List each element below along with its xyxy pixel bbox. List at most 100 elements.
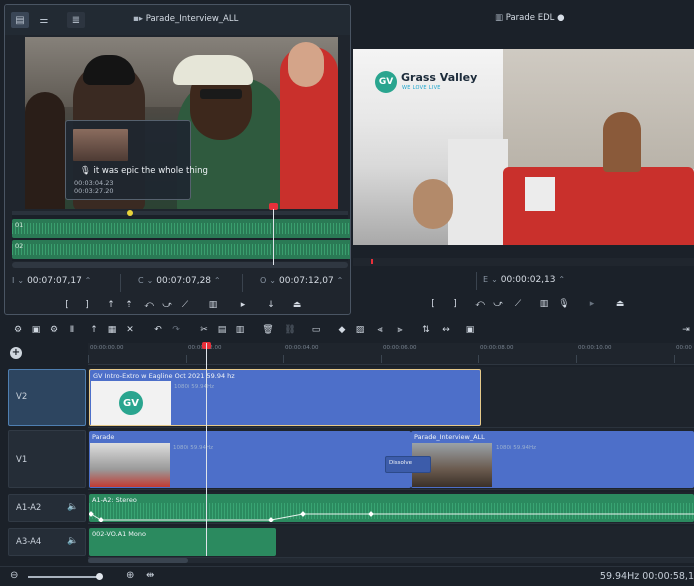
program-ruler[interactable] (353, 258, 694, 266)
list-icon[interactable]: ≣ (67, 12, 85, 28)
clip-gv-intro[interactable]: GV Intro-Extro w Eagline Oct 2021 59.94 … (89, 369, 481, 426)
snap-icon[interactable]: ⇅ (418, 322, 434, 338)
sequence-icon: ▥ (495, 13, 506, 23)
sliders-icon[interactable]: ⚌ (35, 12, 53, 28)
redo-icon[interactable]: ↷ (168, 322, 184, 338)
clip-format: 1080i 59.94Hz (496, 445, 537, 451)
paste-icon[interactable]: ▥ (232, 322, 248, 338)
program-trim-icon[interactable]: ⟋ (510, 296, 526, 312)
close-icon[interactable]: ✕ (122, 322, 138, 338)
program-play-icon[interactable]: ▸ (584, 296, 600, 312)
modified-dot-icon: ● (554, 13, 565, 23)
undo-icon[interactable]: ↶ (150, 322, 166, 338)
end-timecode[interactable]: E ⌄ 00:00:02,13 ⌃ (483, 275, 568, 285)
program-eject-icon[interactable]: ⏏ (612, 296, 628, 312)
insert-icon[interactable]: ↓ (263, 297, 279, 313)
gear-icon[interactable]: ⚙ (46, 322, 62, 338)
program-title-text: Parade EDL (505, 13, 555, 23)
end-timecode-value: 00:00:02,13 (500, 275, 556, 285)
ripple-right-icon[interactable]: ⤻ (159, 297, 175, 313)
stepper-icon: ⌃ (336, 276, 344, 285)
settings-icon[interactable]: ⚙ (10, 322, 26, 338)
current-label: C (138, 276, 144, 285)
copy-icon[interactable]: ▤ (214, 322, 230, 338)
volume-keyframes[interactable] (89, 494, 694, 522)
source-scrollbar[interactable] (12, 262, 348, 268)
speaker-icon[interactable]: 🔈 (67, 502, 78, 512)
program-mic-icon[interactable]: 🎙 (556, 296, 572, 312)
speaker-icon[interactable]: 🔈 (67, 536, 78, 546)
fit-width-icon[interactable]: ⇹ (146, 570, 154, 581)
panel-toggle-icon[interactable]: ⇥ (678, 322, 694, 338)
transition-dissolve[interactable]: Dissolve (385, 456, 431, 473)
timeline-ruler[interactable]: 00:00:00.00 00:00:02.00 00:00:04.00 00:0… (88, 343, 694, 365)
split-right-icon[interactable]: ⫸ (392, 322, 408, 338)
white-cap (173, 55, 253, 85)
play-icon[interactable]: ▸ (235, 297, 251, 313)
upload-icon[interactable]: ↑ (86, 322, 102, 338)
track-header-a3a4[interactable]: A3-A4 🔈 (8, 528, 86, 556)
fit-icon[interactable]: ▭ (308, 322, 324, 338)
image-icon[interactable]: ▨ (352, 322, 368, 338)
program-audio-levels-icon[interactable]: ▥ (536, 296, 552, 312)
track-name: V1 (16, 455, 28, 465)
link-icon[interactable]: ⛓ (282, 322, 298, 338)
current-timecode[interactable]: C ⌄ 00:07:07,28 ⌃ (138, 276, 224, 286)
in-timecode[interactable]: I ⌄ 00:07:07,17 ⌃ (12, 276, 94, 286)
track-header-v1[interactable]: V1 (8, 430, 86, 488)
mark-in-icon[interactable]: [ (59, 297, 75, 313)
mark-out-icon[interactable]: ] (79, 297, 95, 313)
out-timecode[interactable]: O ⌄ 00:07:12,07 ⌃ (260, 276, 346, 286)
scissors-icon[interactable]: ✂ (196, 322, 212, 338)
add-track-button[interactable]: + (10, 347, 22, 359)
source-audio-waveforms[interactable]: 01 02 (12, 210, 350, 261)
save-icon[interactable]: ▣ (28, 322, 44, 338)
program-ripple-left-icon[interactable]: ⤺ (472, 296, 488, 312)
zoom-in-icon[interactable]: ⊕ (126, 570, 134, 581)
zoom-slider-handle[interactable] (96, 573, 103, 580)
ripple-left-icon[interactable]: ⤺ (141, 297, 157, 313)
bin-icon[interactable]: ▤ (11, 12, 29, 28)
crowd-left (448, 139, 508, 245)
clip-thumbnail: GV (91, 381, 171, 425)
text-tool-icon[interactable]: Ⅱ (64, 322, 80, 338)
mic-icon: 🎙 (80, 166, 94, 176)
track-header-a1a2[interactable]: A1-A2 🔈 (8, 494, 86, 522)
program-mark-in-icon[interactable]: [ (425, 296, 441, 312)
split-left-icon[interactable]: ⫷ (372, 322, 388, 338)
trim-icon[interactable]: ⟋ (177, 297, 193, 313)
clip-title: Parade_Interview_ALL (414, 433, 485, 441)
divider (242, 274, 243, 292)
ruler-tick (381, 355, 382, 363)
go-to-in-icon[interactable]: ↑ (103, 297, 119, 313)
out-label: O (260, 276, 267, 285)
ruler-tick (674, 355, 675, 363)
grid-icon[interactable]: ▦ (104, 322, 120, 338)
scrollbar-thumb[interactable] (88, 558, 188, 563)
lift-icon[interactable]: ⇡ (121, 297, 137, 313)
program-video-frame[interactable]: GV Grass Valley WE LOVE LIVE (353, 49, 694, 245)
program-ripple-right-icon[interactable]: ⤻ (490, 296, 506, 312)
track-header-v2[interactable]: V2 (8, 369, 86, 426)
eject-icon[interactable]: ⏏ (289, 297, 305, 313)
marker-icon[interactable]: ◆ (334, 322, 350, 338)
clip-parade-interview[interactable]: Parade_Interview_ALL 1080i 59.94Hz (411, 431, 694, 488)
expand-icon[interactable]: ↔ (438, 322, 454, 338)
audio-levels-icon[interactable]: ▥ (205, 297, 221, 313)
gv-brand: Grass Valley (401, 71, 478, 84)
stepper-icon: ⌃ (558, 275, 566, 284)
audio-clip-a1a2[interactable]: A1-A2: Stereo (89, 494, 694, 522)
program-mark-out-icon[interactable]: ] (447, 296, 463, 312)
render-icon[interactable]: ▣ (462, 322, 478, 338)
gv-thumb-logo: GV (119, 391, 143, 415)
zoom-out-icon[interactable]: ⊖ (10, 570, 18, 581)
track-name: A3-A4 (16, 537, 42, 547)
zoom-slider[interactable] (28, 576, 100, 578)
timeline-scrollbar[interactable] (88, 558, 694, 563)
delete-icon[interactable]: 🗑 (260, 322, 276, 338)
marker-yellow[interactable] (127, 210, 133, 216)
in-timecode-value: 00:07:07,17 (27, 276, 82, 286)
audio-clip-vo[interactable]: 002-VO.A1 Mono (89, 528, 276, 556)
program-playhead-marker[interactable] (371, 259, 373, 264)
clip-parade[interactable]: Parade 1080i 59.94Hz (89, 431, 411, 488)
